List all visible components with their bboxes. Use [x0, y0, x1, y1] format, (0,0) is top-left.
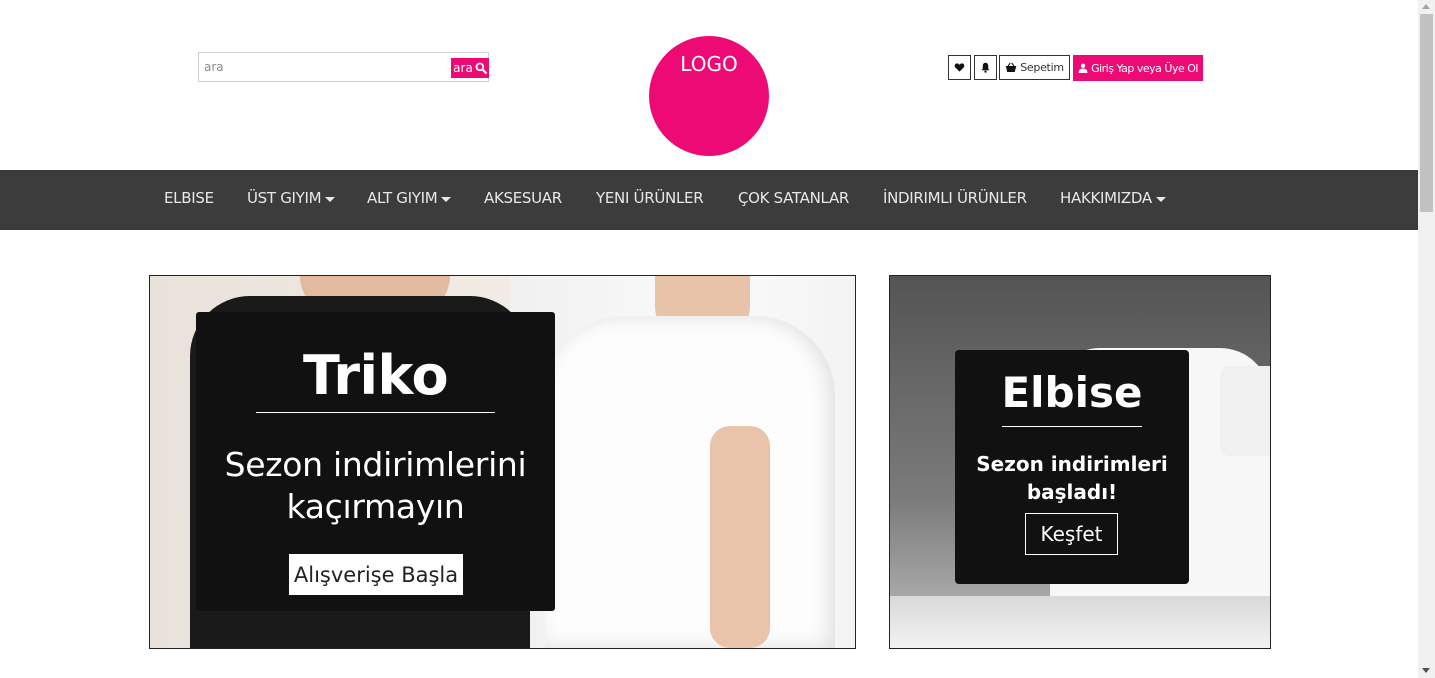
banner-overlay-box: Elbise Sezon indirimleri başladı! Keşfet: [955, 350, 1189, 584]
nav-item-elbise[interactable]: ELBISE: [164, 170, 214, 230]
nav-label: HAKKIMIZDA: [1060, 189, 1152, 207]
banner-title: Triko: [302, 344, 449, 407]
search-button-label: ara: [453, 61, 473, 75]
nav-item-indirimli-urunler[interactable]: İNDIRIMLI ÜRÜNLER: [883, 170, 1027, 230]
nav-label: ALT GIYIM: [367, 189, 438, 207]
banner-subtitle: Sezon indirimlerini kaçırmayın: [196, 444, 555, 528]
nav-label: ELBISE: [164, 189, 214, 207]
heart-icon: [954, 63, 965, 72]
cart-button[interactable]: Sepetim: [999, 55, 1070, 80]
banner-overlay-box: Triko Sezon indirimlerini kaçırmayın Alı…: [196, 312, 555, 611]
notifications-button[interactable]: [974, 55, 997, 80]
scrollbar-thumb[interactable]: [1420, 14, 1433, 212]
nav-item-aksesuar[interactable]: AKSESUAR: [484, 170, 562, 230]
nav-label: AKSESUAR: [484, 189, 562, 207]
caret-down-icon: [441, 197, 452, 202]
nav-item-cok-satanlar[interactable]: ÇOK SATANLAR: [738, 170, 849, 230]
banner-subtitle-line: kaçırmayın: [286, 487, 465, 526]
banner-floor: [890, 596, 1270, 648]
nav-item-ust-giyim[interactable]: ÜST GIYIM: [247, 170, 336, 230]
start-shopping-button[interactable]: Alışverişe Başla: [289, 554, 463, 595]
banner-triko[interactable]: Triko Sezon indirimlerini kaçırmayın Alı…: [149, 275, 856, 649]
model-arm: [710, 426, 770, 648]
search-box: ara: [198, 52, 489, 82]
logo[interactable]: LOGO: [649, 36, 769, 156]
wishlist-button[interactable]: [948, 55, 971, 80]
search-input[interactable]: [199, 53, 449, 81]
user-icon: [1078, 63, 1088, 73]
white-tshirt-image: [545, 316, 835, 648]
search-icon: [475, 62, 487, 74]
logo-text: LOGO: [680, 52, 738, 76]
nav-label: İNDIRIMLI ÜRÜNLER: [883, 189, 1027, 207]
caret-down-icon: [1155, 197, 1166, 202]
banner-title: Elbise: [1001, 368, 1143, 417]
vertical-scrollbar[interactable]: [1418, 0, 1435, 678]
banner-subtitle-line: Sezon indirimleri: [976, 452, 1168, 476]
nav-label: YENI ÜRÜNLER: [596, 189, 704, 207]
banner-subtitle-line: başladı!: [1026, 480, 1118, 504]
page: ara LOGO Sepetim Giriş Yap veya Üye Ol E…: [0, 0, 1435, 678]
cart-label: Sepetim: [1020, 61, 1064, 74]
scroll-down-arrow-icon[interactable]: [1422, 668, 1430, 673]
banner-divider: [1002, 426, 1142, 427]
scroll-up-arrow-icon[interactable]: [1422, 4, 1430, 9]
search-button[interactable]: ara: [451, 58, 489, 78]
discover-button[interactable]: Keşfet: [1025, 513, 1118, 555]
caret-down-icon: [325, 197, 336, 202]
nav-item-alt-giyim[interactable]: ALT GIYIM: [367, 170, 452, 230]
banner-subtitle-line: Sezon indirimlerini: [224, 445, 527, 484]
basket-icon: [1006, 62, 1017, 72]
tshirt-sleeve: [1220, 366, 1270, 456]
banner-elbise[interactable]: Elbise Sezon indirimleri başladı! Keşfet: [889, 275, 1271, 649]
login-label: Giriş Yap veya Üye Ol: [1091, 61, 1198, 75]
login-register-button[interactable]: Giriş Yap veya Üye Ol: [1073, 55, 1203, 81]
nav-label: ÇOK SATANLAR: [738, 189, 850, 207]
nav-item-hakkimizda[interactable]: HAKKIMIZDA: [1060, 170, 1166, 230]
bell-icon: [981, 62, 990, 73]
nav-label: ÜST GIYIM: [247, 189, 322, 207]
banner-subtitle: Sezon indirimleri başladı!: [955, 450, 1189, 506]
main-navbar: ELBISE ÜST GIYIM ALT GIYIM AKSESUAR YENI…: [0, 170, 1418, 230]
nav-item-yeni-urunler[interactable]: YENI ÜRÜNLER: [596, 170, 704, 230]
banner-divider: [256, 412, 495, 413]
